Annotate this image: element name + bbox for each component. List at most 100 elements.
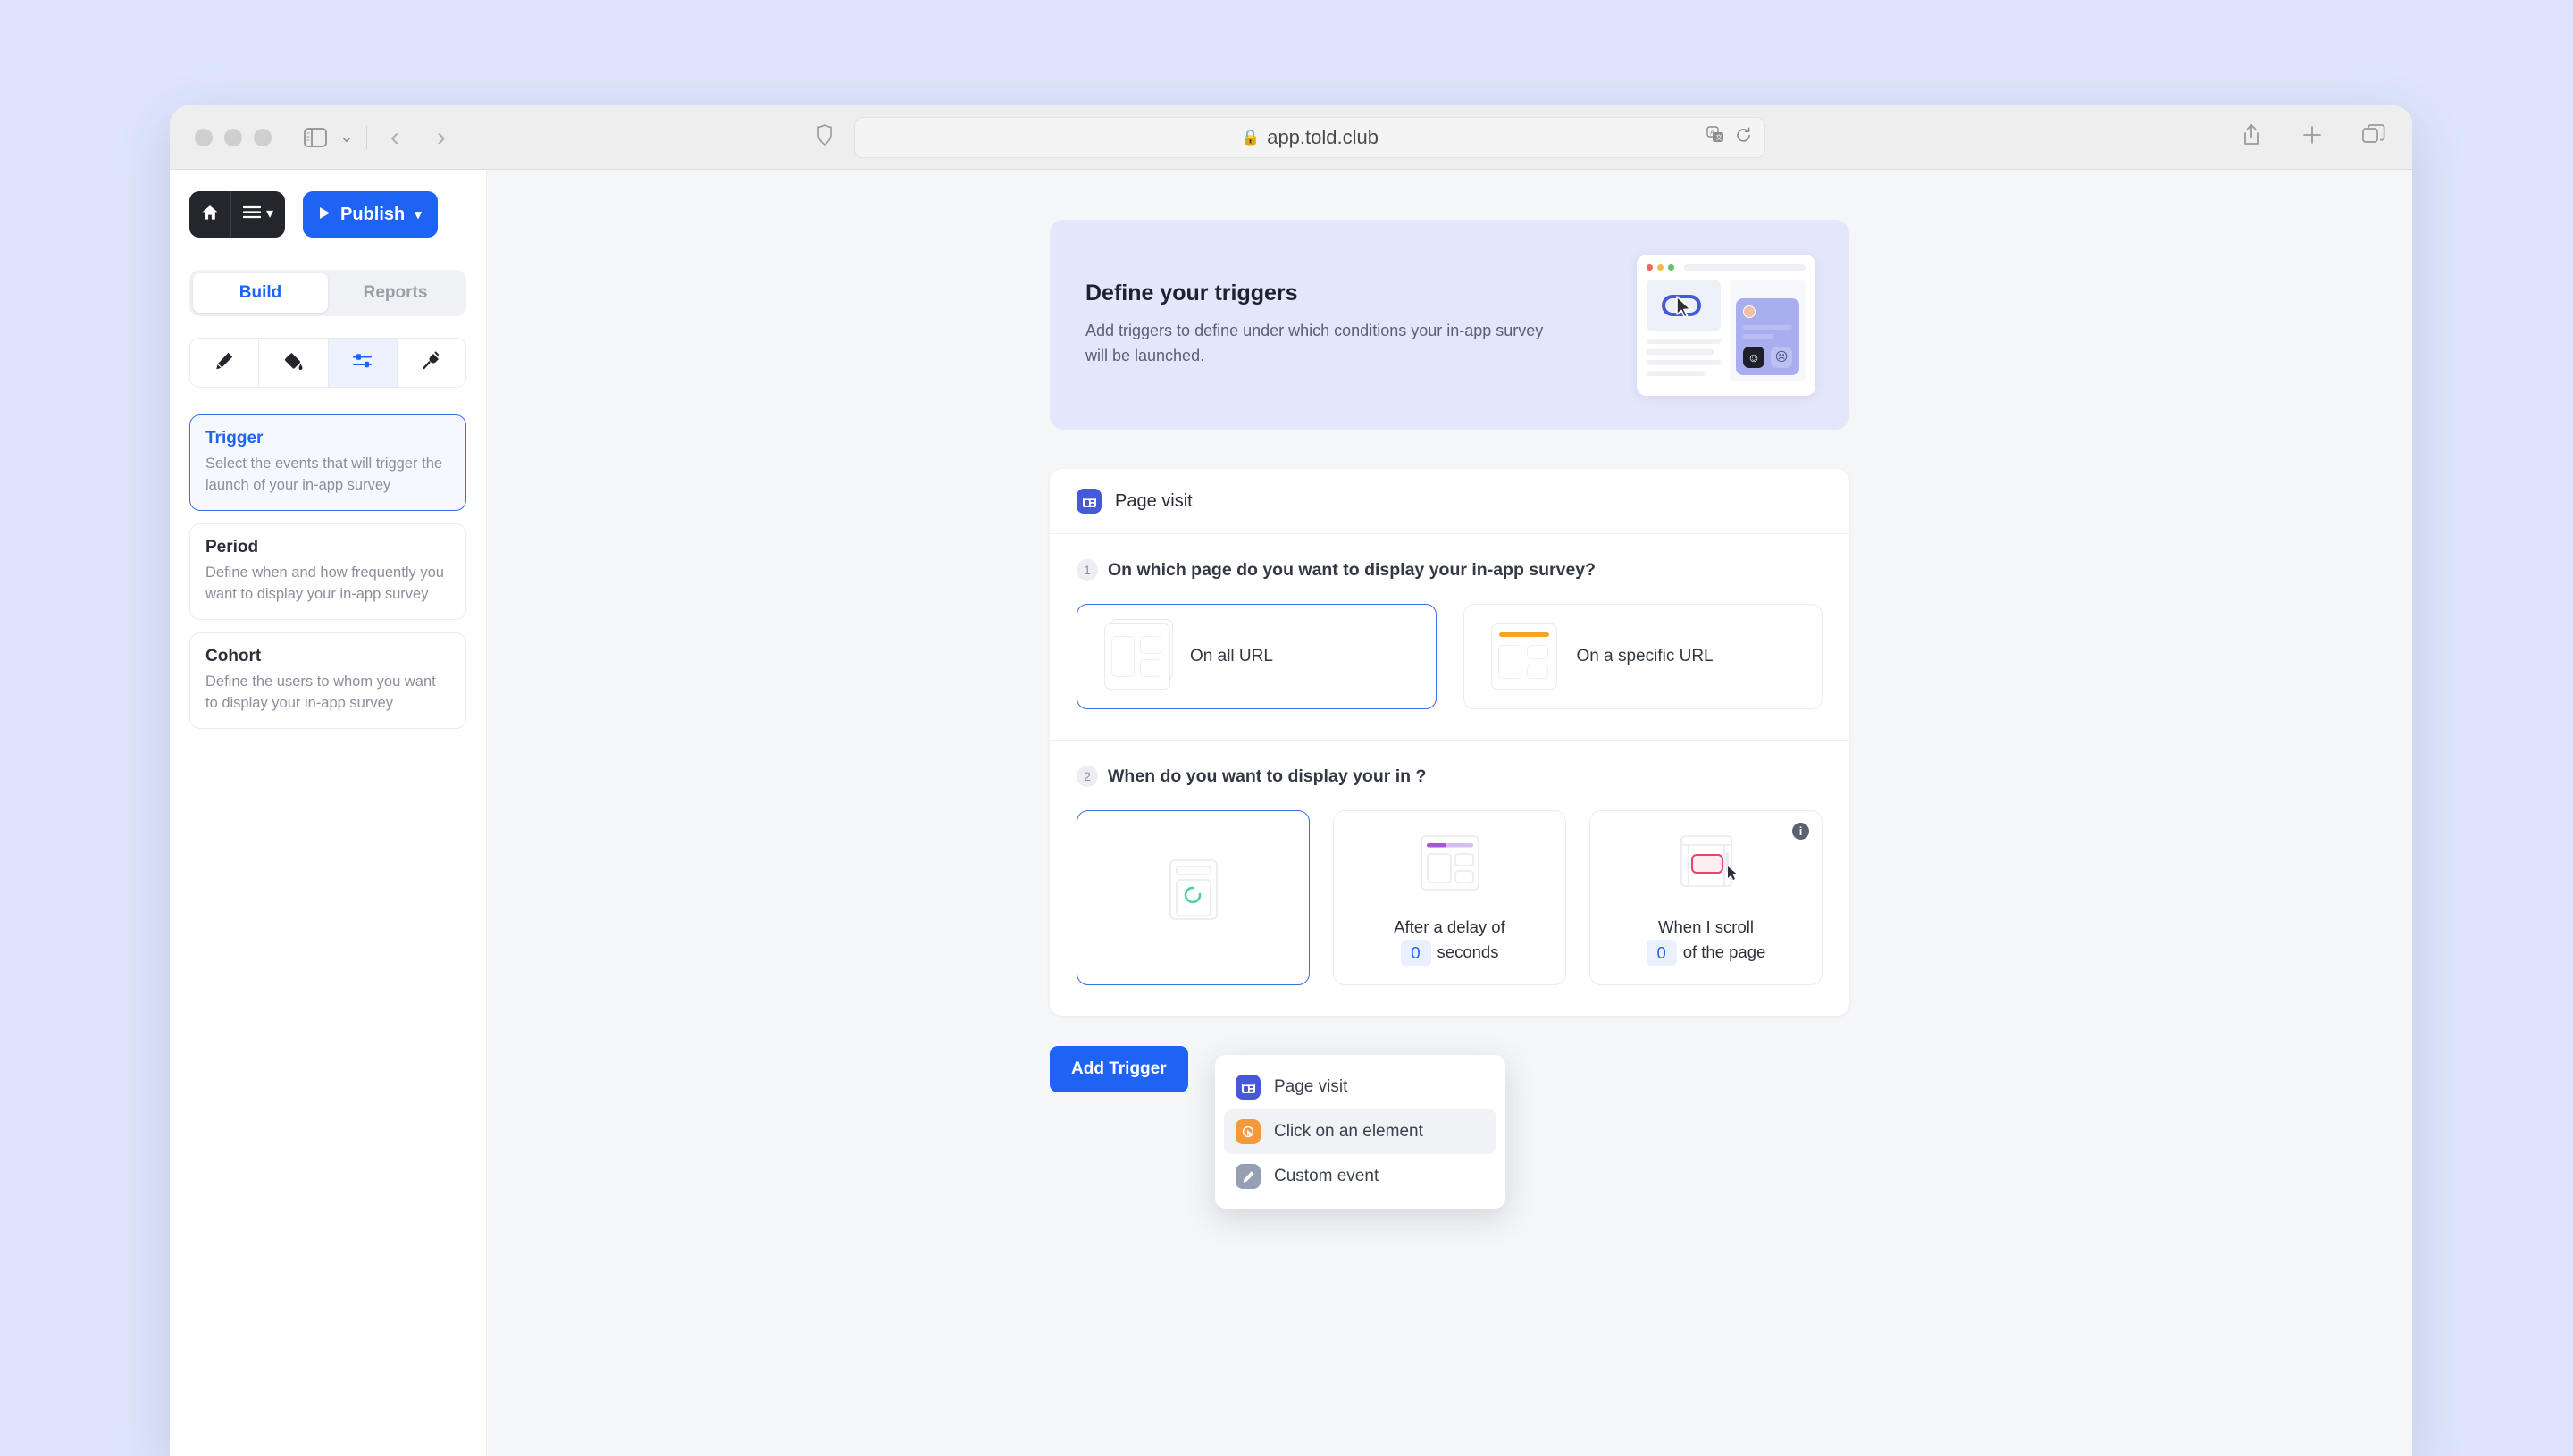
click-element-icon	[1236, 1119, 1261, 1144]
tool-sliders[interactable]	[329, 339, 398, 387]
tool-paint-bucket[interactable]	[259, 339, 328, 387]
dropdown-item-custom-event-label: Custom event	[1274, 1167, 1379, 1186]
play-icon	[319, 205, 331, 225]
sidebar-item-cohort[interactable]: Cohort Define the users to whom you want…	[189, 632, 466, 729]
lock-icon: 🔒	[1241, 129, 1260, 146]
nav-group: ▾	[189, 191, 285, 238]
page-visit-icon	[1077, 489, 1102, 514]
all-url-illustration-icon	[1104, 623, 1170, 690]
main-content: Define your triggers Add triggers to def…	[487, 170, 2412, 1456]
delay-seconds-input[interactable]: 0	[1401, 940, 1431, 966]
option-when-i-scroll-suffix: of the page	[1683, 942, 1766, 961]
url-area: 🔒 app.told.club A文	[817, 117, 1765, 158]
trigger-type-dropdown: Page visit Click on an element Custom ev…	[1215, 1055, 1505, 1209]
sidebar-chevron-down-icon[interactable]: ⌄	[339, 129, 354, 146]
option-when-i-scroll[interactable]: i	[1589, 810, 1823, 985]
step-1-title: On which page do you want to display you…	[1108, 560, 1596, 581]
home-button[interactable]	[189, 191, 230, 238]
option-on-all-url-label: On all URL	[1190, 647, 1273, 666]
option-on-specific-url-label: On a specific URL	[1577, 647, 1714, 666]
trigger-card-header: Page visit	[1050, 469, 1849, 534]
window-traffic-lights[interactable]	[195, 129, 272, 146]
scroll-percent-input[interactable]: 0	[1647, 940, 1677, 966]
publish-label: Publish	[340, 205, 405, 225]
menu-chevron-down-icon: ▾	[266, 207, 273, 222]
tool-plug[interactable]	[398, 339, 465, 387]
step-2: 2 When do you want to display your in ?	[1050, 740, 1849, 1016]
chrome-right-actions	[2241, 123, 2385, 151]
tool-row	[189, 338, 466, 388]
paint-bucket-icon	[283, 351, 303, 375]
step-2-title: When do you want to display your in ?	[1108, 766, 1426, 787]
step-1-number: 1	[1077, 559, 1098, 581]
browser-chrome: ⌄ ‹ › 🔒 app.told.club A文	[170, 105, 2412, 170]
sidebar-toggle-icon[interactable]	[304, 128, 327, 147]
specific-url-illustration-icon	[1491, 623, 1557, 690]
tab-build[interactable]: Build	[193, 273, 328, 313]
url-input[interactable]: 🔒 app.told.club A文	[854, 117, 1765, 158]
option-on-all-url[interactable]: On all URL	[1077, 604, 1437, 709]
option-after-delay-label: After a delay of	[1394, 917, 1504, 936]
hero-banner: Define your triggers Add triggers to def…	[1050, 220, 1849, 430]
sidebar-item-trigger-desc: Select the events that will trigger the …	[205, 454, 450, 497]
option-after-delay-suffix: seconds	[1437, 942, 1499, 961]
dropdown-item-page-visit-label: Page visit	[1274, 1077, 1347, 1097]
sidebar-item-period[interactable]: Period Define when and how frequently yo…	[189, 523, 466, 620]
hero-illustration: ☺ ☹	[1637, 255, 1815, 396]
close-window-button[interactable]	[195, 129, 213, 146]
sidebar-item-trigger-title: Trigger	[205, 429, 450, 448]
share-icon[interactable]	[2241, 123, 2262, 151]
trigger-card-title: Page visit	[1115, 491, 1193, 512]
option-after-delay[interactable]: After a delay of 0 seconds	[1333, 810, 1566, 985]
plus-icon[interactable]	[2301, 124, 2323, 150]
url-bar-actions: A文	[1706, 126, 1752, 148]
dropdown-item-click-element[interactable]: Click on an element	[1224, 1109, 1496, 1154]
page-visit-icon	[1236, 1075, 1261, 1100]
url-text: app.told.club	[1267, 126, 1379, 149]
sidebar-item-cohort-desc: Define the users to whom you want to dis…	[205, 672, 450, 715]
custom-event-pencil-icon	[1236, 1164, 1261, 1189]
svg-text:文: 文	[1715, 133, 1722, 142]
home-icon	[201, 204, 219, 226]
maximize-window-button[interactable]	[254, 129, 272, 146]
option-when-i-scroll-label: When I scroll	[1658, 917, 1754, 936]
sidebar-top-controls: ▾ Publish ▾	[189, 191, 466, 238]
tab-overview-icon[interactable]	[2362, 124, 2385, 150]
tab-reports[interactable]: Reports	[328, 273, 463, 313]
option-on-specific-url[interactable]: On a specific URL	[1463, 604, 1823, 709]
reload-icon[interactable]	[1735, 127, 1752, 148]
page-load-illustration-icon	[1152, 858, 1235, 923]
publish-chevron-down-icon: ▾	[415, 208, 422, 222]
scroll-illustration-icon	[1665, 833, 1747, 897]
pencil-icon	[214, 351, 234, 375]
option-page-load[interactable]	[1077, 810, 1310, 985]
publish-button[interactable]: Publish ▾	[303, 191, 438, 238]
translate-icon[interactable]: A文	[1706, 126, 1724, 148]
sidebar-item-trigger[interactable]: Trigger Select the events that will trig…	[189, 414, 466, 511]
dropdown-item-page-visit[interactable]: Page visit	[1224, 1065, 1496, 1109]
sidebar-item-period-desc: Define when and how frequently you want …	[205, 563, 450, 606]
forward-button[interactable]: ›	[437, 124, 446, 151]
dropdown-item-click-element-label: Click on an element	[1274, 1122, 1423, 1142]
plug-icon	[422, 351, 441, 375]
tool-pencil[interactable]	[190, 339, 259, 387]
step-2-number: 2	[1077, 766, 1098, 787]
hero-subtitle: Add triggers to define under which condi…	[1085, 319, 1550, 369]
shield-icon[interactable]	[817, 124, 833, 150]
delay-illustration-icon	[1409, 833, 1491, 897]
chrome-divider	[366, 126, 367, 149]
menu-button[interactable]: ▾	[231, 191, 285, 238]
trigger-card: Page visit 1 On which page do you want t…	[1050, 469, 1849, 1016]
left-sidebar: ▾ Publish ▾ Build Reports	[170, 170, 487, 1456]
app-body: ▾ Publish ▾ Build Reports	[170, 170, 2412, 1456]
back-button[interactable]: ‹	[390, 124, 399, 151]
dropdown-item-custom-event[interactable]: Custom event	[1224, 1154, 1496, 1199]
info-icon[interactable]: i	[1792, 823, 1809, 840]
step-1: 1 On which page do you want to display y…	[1050, 534, 1849, 740]
sidebar-item-period-title: Period	[205, 538, 450, 557]
page-title: Define your triggers	[1085, 280, 1550, 306]
sidebar-item-cohort-title: Cohort	[205, 647, 450, 666]
hamburger-menu-icon	[243, 205, 261, 223]
add-trigger-button[interactable]: Add Trigger	[1050, 1046, 1188, 1092]
minimize-window-button[interactable]	[224, 129, 242, 146]
